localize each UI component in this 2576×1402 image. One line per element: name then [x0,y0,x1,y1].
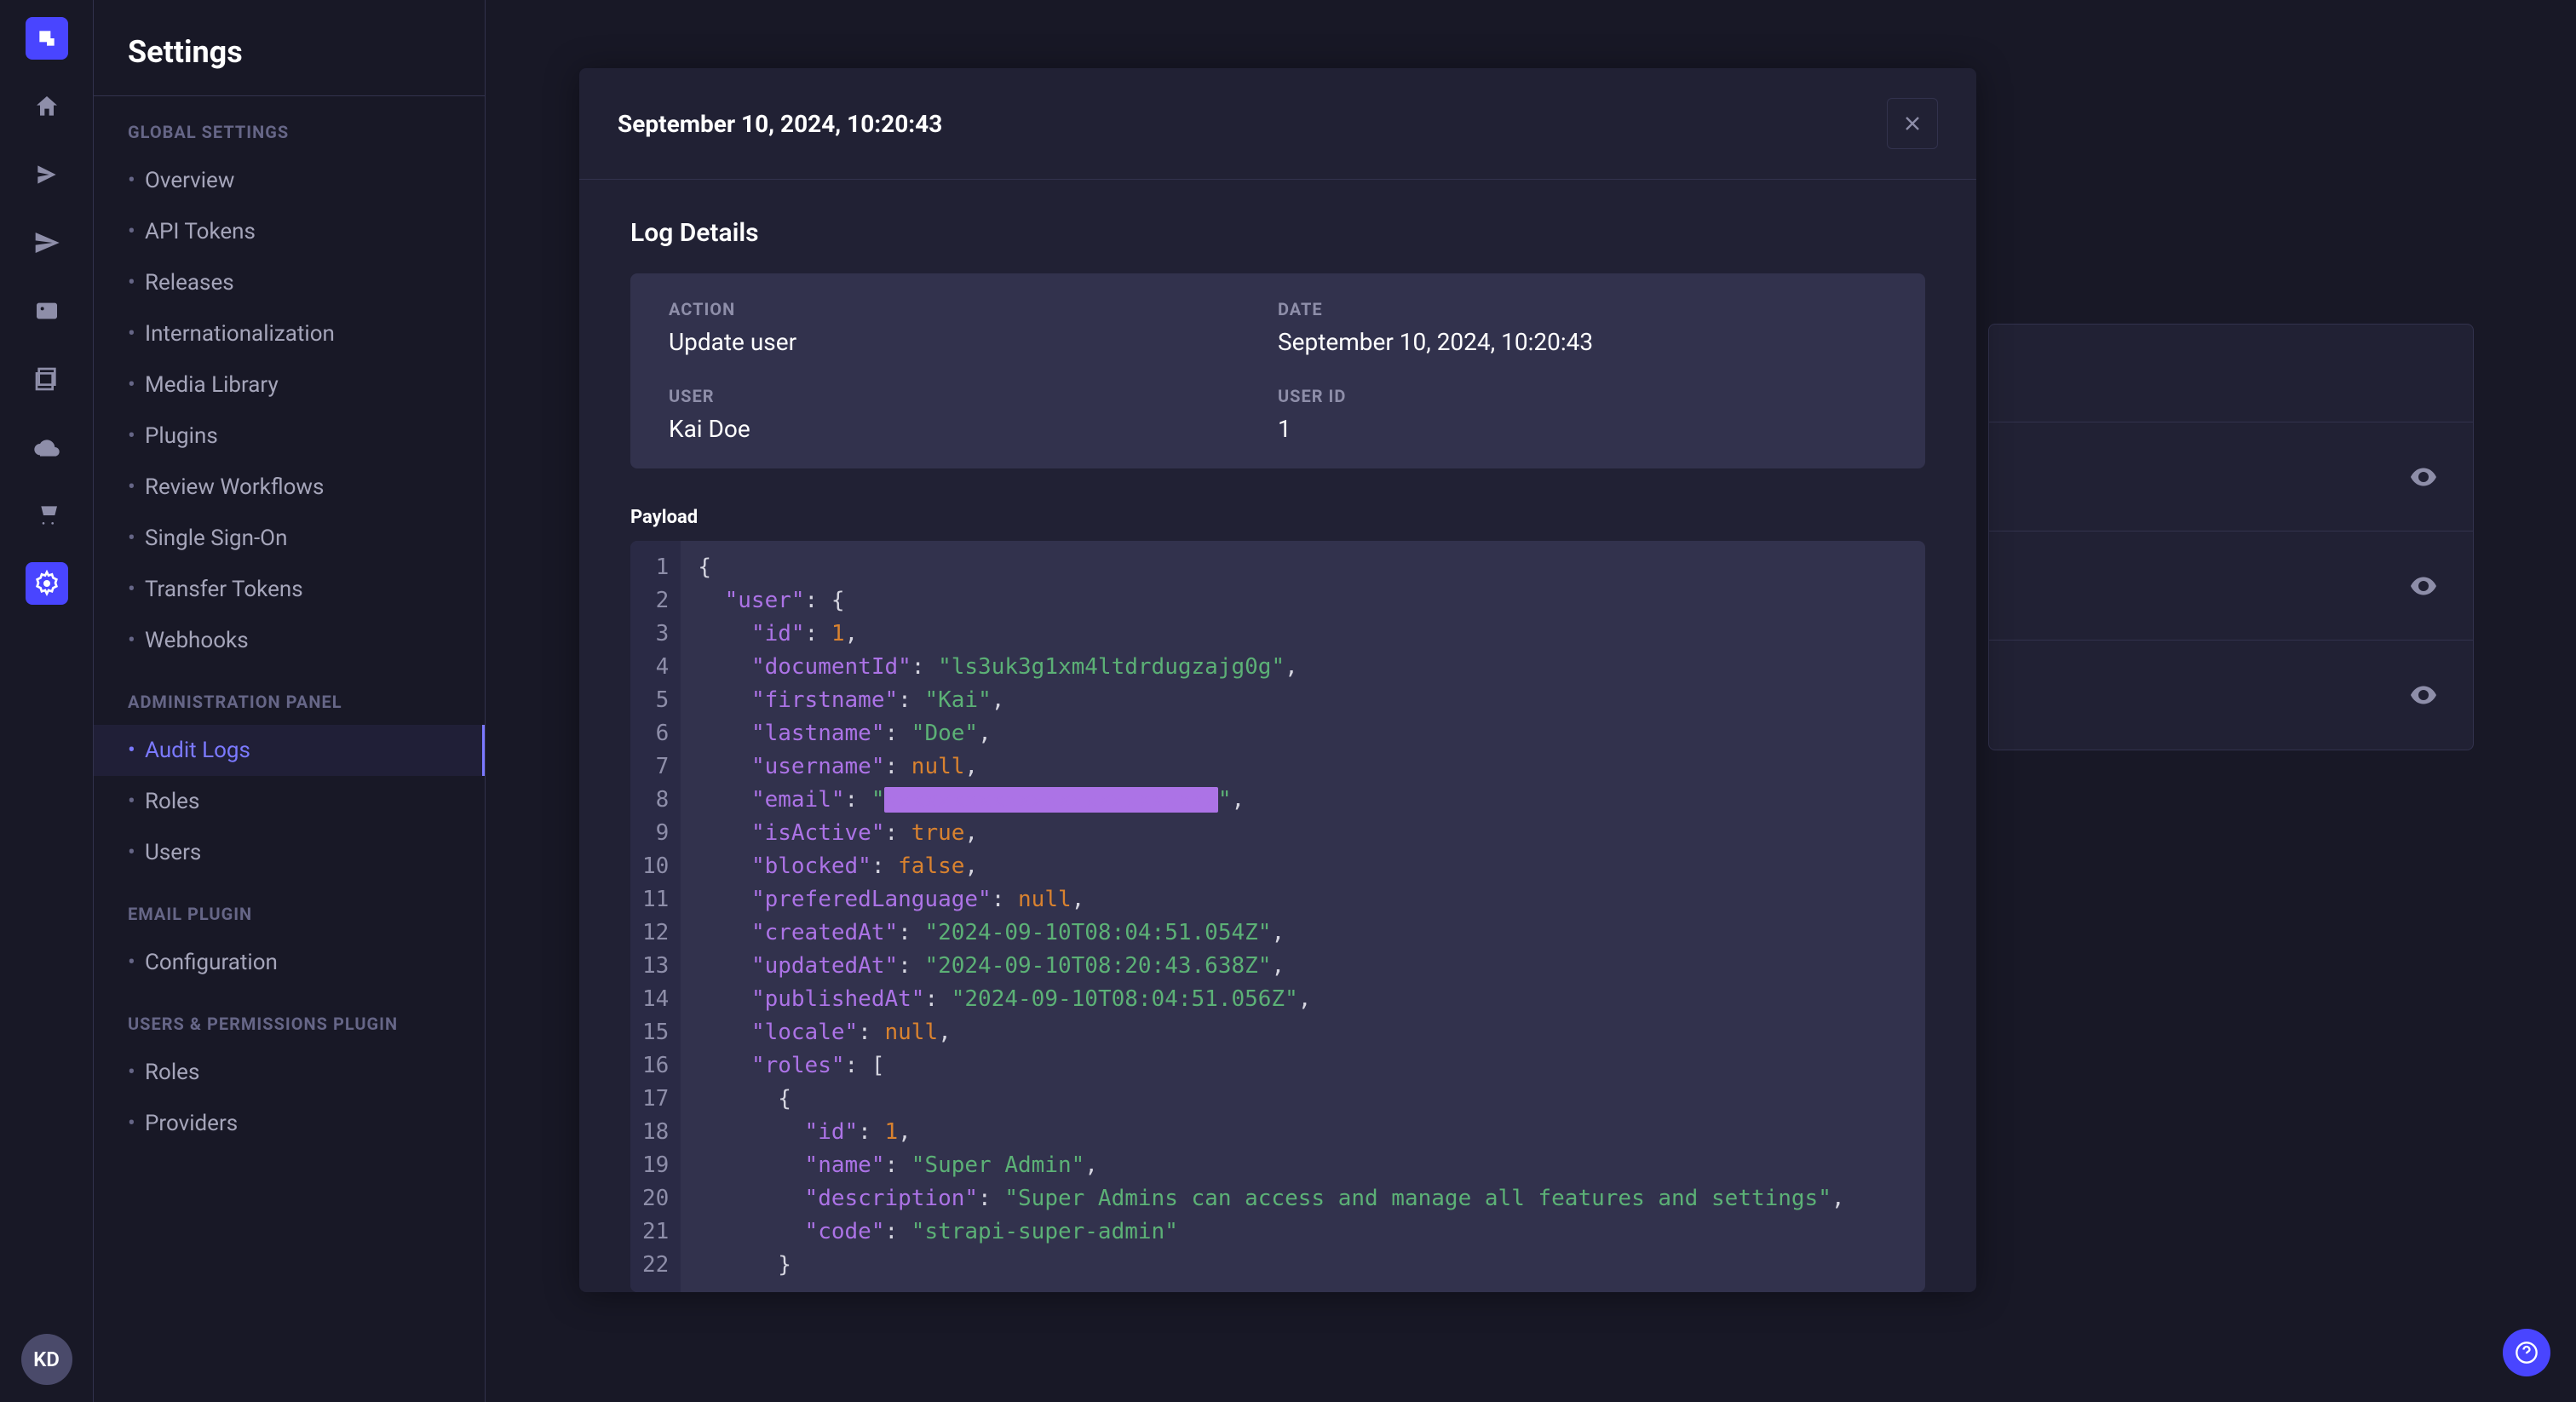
sidebar-item-releases[interactable]: Releases [94,257,485,308]
sidebar-item-users[interactable]: Users [94,827,485,878]
detail-label: DATE [1278,299,1887,319]
log-row[interactable] [1989,641,2473,750]
nav-image-icon[interactable] [26,290,68,332]
detail-label: ACTION [669,299,1278,319]
sidebar-item-audit-logs[interactable]: Audit Logs [94,725,485,776]
log-list-panel [1988,324,2474,750]
eye-icon[interactable] [2408,571,2439,601]
settings-sidebar: Settings GLOBAL SETTINGS Overview API To… [94,0,486,1402]
logo-icon [36,27,58,49]
sidebar-item-configuration[interactable]: Configuration [94,937,485,988]
close-icon [1900,112,1924,135]
avatar[interactable]: KD [21,1334,72,1385]
sidebar-item-roles[interactable]: Roles [94,776,485,827]
sidebar-item-api-tokens[interactable]: API Tokens [94,206,485,257]
payload-code-block[interactable]: 1 2 3 4 5 6 7 8 9 10 11 12 13 14 15 16 1… [630,541,1925,1292]
modal-body: Log Details ACTION Update user DATE Sept… [579,180,1976,1292]
sidebar-section-label: ADMINISTRATION PANEL [94,692,485,712]
sidebar-item-review-workflows[interactable]: Review Workflows [94,462,485,513]
detail-user-id: USER ID 1 [1278,386,1887,443]
detail-user: USER Kai Doe [669,386,1278,443]
sidebar-item-perm-roles[interactable]: Roles [94,1047,485,1098]
nav-cloud-icon[interactable] [26,426,68,468]
details-grid: ACTION Update user DATE September 10, 20… [630,273,1925,468]
sidebar-section-label: GLOBAL SETTINGS [94,122,485,142]
nav-home-icon[interactable] [26,85,68,128]
sidebar-item-internationalization[interactable]: Internationalization [94,308,485,359]
detail-label: USER [669,386,1278,406]
detail-action: ACTION Update user [669,299,1278,356]
payload-label: Payload [630,507,1925,528]
detail-value: September 10, 2024, 10:20:43 [1278,328,1887,356]
nav-layers-icon[interactable] [26,358,68,400]
nav-gear-icon[interactable] [26,562,68,605]
close-button[interactable] [1887,98,1938,149]
code-gutter: 1 2 3 4 5 6 7 8 9 10 11 12 13 14 15 16 1… [630,541,681,1292]
detail-value: Kai Doe [669,415,1278,443]
eye-icon[interactable] [2408,680,2439,710]
log-row[interactable] [1989,531,2473,641]
nav-content-icon[interactable] [26,153,68,196]
nav-paper-plane-icon[interactable] [26,221,68,264]
nav-cart-icon[interactable] [26,494,68,537]
log-detail-modal: September 10, 2024, 10:20:43 Log Details… [579,68,1976,1292]
sidebar-item-overview[interactable]: Overview [94,155,485,206]
modal-timestamp: September 10, 2024, 10:20:43 [618,110,942,138]
log-row[interactable] [1989,422,2473,531]
sidebar-section-label: EMAIL PLUGIN [94,904,485,924]
detail-date: DATE September 10, 2024, 10:20:43 [1278,299,1887,356]
app-logo[interactable] [26,17,68,60]
sidebar-item-transfer-tokens[interactable]: Transfer Tokens [94,564,485,615]
detail-label: USER ID [1278,386,1887,406]
sidebar-title: Settings [94,34,485,96]
detail-value: Update user [669,328,1278,356]
sidebar-item-single-sign-on[interactable]: Single Sign-On [94,513,485,564]
sidebar-item-webhooks[interactable]: Webhooks [94,615,485,666]
sidebar-section-label: USERS & PERMISSIONS PLUGIN [94,1014,485,1034]
sidebar-item-providers[interactable]: Providers [94,1098,485,1149]
code-content: { "user": { "id": 1, "documentId": "ls3u… [681,541,1861,1292]
help-button[interactable] [2503,1329,2550,1376]
eye-icon[interactable] [2408,462,2439,492]
modal-header: September 10, 2024, 10:20:43 [579,68,1976,180]
log-details-title: Log Details [630,218,1925,248]
question-icon [2515,1341,2539,1365]
avatar-initials: KD [33,1347,60,1371]
detail-value: 1 [1278,415,1887,443]
sidebar-item-plugins[interactable]: Plugins [94,411,485,462]
log-list-header [1989,325,2473,422]
icon-rail: KD [0,0,94,1402]
sidebar-item-media-library[interactable]: Media Library [94,359,485,411]
